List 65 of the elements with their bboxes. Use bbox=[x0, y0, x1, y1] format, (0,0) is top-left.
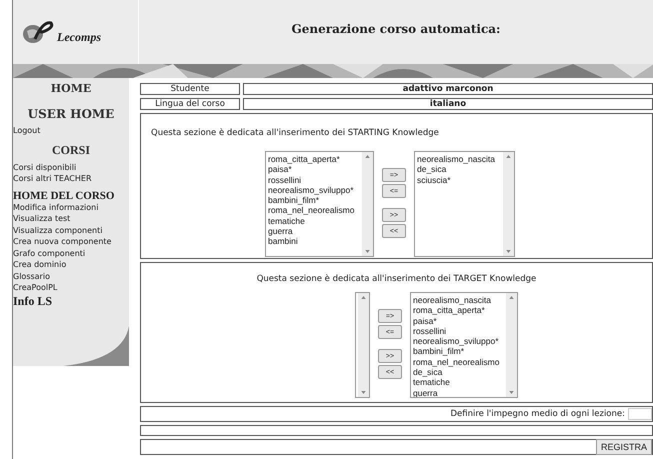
submit-button[interactable]: REGISTRA bbox=[596, 439, 652, 455]
info-value: adattivo marconon bbox=[243, 83, 653, 95]
list-option[interactable]: rossellini bbox=[413, 326, 506, 336]
list-option[interactable]: neorealismo_nascita bbox=[413, 295, 506, 306]
list-option[interactable]: guerra bbox=[268, 226, 362, 236]
list-option[interactable]: paisa* bbox=[268, 164, 362, 175]
list-option[interactable]: roma_citta_aperta* bbox=[413, 305, 506, 316]
list-option[interactable]: de_sica bbox=[417, 164, 503, 175]
scroll-down-icon[interactable] bbox=[361, 391, 366, 394]
logo-text: Lecomps bbox=[57, 30, 101, 44]
list-option[interactable]: neorealismo_sviluppo* bbox=[413, 336, 506, 346]
section-intro: Questa sezione è dedicata all'inserimento dei TARGET Knowledge bbox=[256, 273, 538, 284]
sidebar-heading: HOME DEL CORSO bbox=[13, 190, 114, 202]
scroll-down-icon[interactable] bbox=[506, 250, 511, 253]
effort-label: Definire l'impegno medio di ogni lezione: bbox=[450, 409, 626, 419]
sidebar-link[interactable]: Glossario bbox=[13, 270, 129, 282]
sidebar-heading: USER HOME bbox=[26, 107, 116, 121]
sidebar-link[interactable]: Logout bbox=[13, 125, 129, 136]
info-label: Lingua del corso bbox=[140, 98, 240, 110]
sidebar-link[interactable]: Crea dominio bbox=[13, 259, 129, 270]
list-option[interactable]: paisa* bbox=[413, 316, 506, 326]
list-option[interactable]: neorealismo_nascita bbox=[417, 154, 503, 164]
scroll-up-icon[interactable] bbox=[361, 296, 366, 299]
list-option[interactable]: sciuscia* bbox=[417, 174, 503, 185]
list-option[interactable]: bambini bbox=[268, 236, 362, 247]
sidebar-heading: CORSI bbox=[50, 142, 91, 158]
sidebar-link[interactable]: Visualizza componenti bbox=[13, 224, 129, 236]
scroll-up-icon[interactable] bbox=[509, 296, 514, 299]
scrollbar[interactable] bbox=[358, 293, 369, 397]
list-option[interactable]: roma_nel_neorealismo bbox=[413, 356, 506, 368]
list-option[interactable]: bambini_film* bbox=[413, 346, 506, 357]
list-option[interactable]: de_sica bbox=[413, 367, 506, 378]
list-box[interactable]: neorealismo_nascita de_sica sciuscia* bbox=[414, 151, 515, 257]
list-option[interactable]: neorealismo_sviluppo* bbox=[268, 184, 362, 196]
list-option[interactable]: rossellini bbox=[268, 174, 362, 185]
sidebar-link[interactable]: Crea nuova componente bbox=[13, 236, 129, 248]
list-option[interactable]: tematiche bbox=[413, 377, 506, 388]
sidebar-link[interactable]: Corsi altri TEACHER bbox=[13, 173, 129, 184]
sidebar-link[interactable]: Visualizza test bbox=[13, 213, 129, 224]
scrollbar[interactable] bbox=[503, 152, 514, 256]
page-title: Generazione corso automatica: bbox=[290, 21, 502, 38]
scroll-up-icon[interactable] bbox=[506, 155, 511, 158]
scroll-up-icon[interactable] bbox=[365, 155, 370, 158]
scrollbar[interactable] bbox=[362, 152, 373, 256]
effort-input[interactable] bbox=[628, 408, 652, 420]
corner-swoosh-icon bbox=[63, 326, 129, 366]
list-box[interactable] bbox=[355, 292, 370, 398]
sidebar-link[interactable]: CreaPoolPL bbox=[13, 282, 129, 294]
sidebar-link[interactable]: Corsi disponibili bbox=[13, 162, 129, 173]
scroll-down-icon[interactable] bbox=[509, 391, 514, 394]
sidebar-heading: Info LS bbox=[13, 294, 52, 308]
list-option[interactable]: roma_citta_aperta* bbox=[268, 154, 362, 164]
sidebar-link[interactable]: Grafo componenti bbox=[13, 248, 129, 259]
info-value: italiano bbox=[243, 98, 653, 110]
list-option[interactable]: roma_nel_neorealismo bbox=[268, 205, 362, 216]
scroll-down-icon[interactable] bbox=[365, 250, 370, 253]
scrollbar[interactable] bbox=[506, 293, 517, 397]
list-box[interactable]: roma_citta_aperta* paisa* rossellini neorealismo_sviluppo* bambini_film* roma_nel_neorealismo tematiche guerra bambini bbox=[265, 151, 374, 257]
list-option[interactable]: tematiche bbox=[268, 216, 362, 226]
sidebar-link[interactable]: Modifica informazioni bbox=[13, 202, 129, 213]
sidebar-heading: HOME bbox=[50, 82, 92, 95]
list-option[interactable]: bambini_film* bbox=[268, 195, 362, 206]
info-label: Studente bbox=[140, 83, 240, 95]
globe-logo-icon bbox=[21, 19, 55, 45]
section-intro: Questa sezione è dedicata all'inserimento dei STARTING Knowledge bbox=[150, 127, 440, 138]
